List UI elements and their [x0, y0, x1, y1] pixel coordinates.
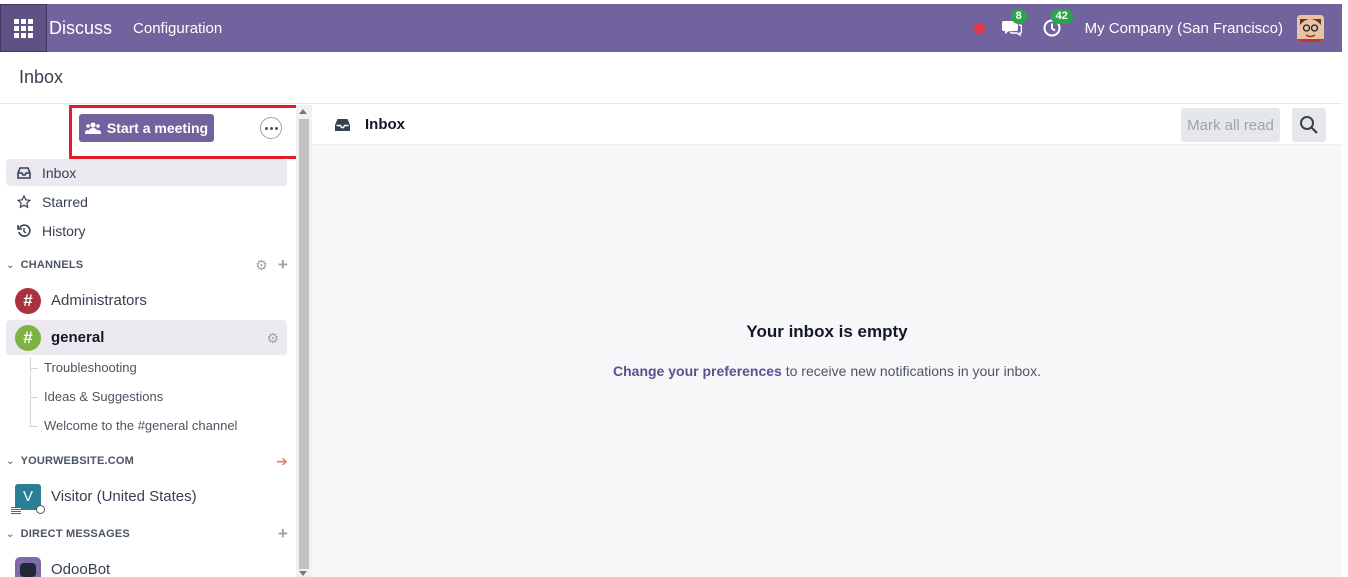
- sidebar-item-label: History: [42, 222, 86, 239]
- change-preferences-link[interactable]: Change your preferences: [613, 363, 782, 379]
- thread-title: Inbox: [365, 116, 405, 133]
- offline-status-icon: [36, 504, 45, 514]
- top-navbar: Discuss Configuration 8 42 My Company (S…: [0, 4, 1342, 52]
- thread-welcome-general[interactable]: Welcome to the #general channel: [44, 418, 237, 433]
- channel-name: Administrators: [51, 292, 147, 309]
- thread-tree-tick: [30, 397, 38, 398]
- mark-all-read-button[interactable]: Mark all read: [1181, 108, 1280, 142]
- messaging-menu[interactable]: 8: [1001, 9, 1027, 39]
- channel-name: general: [51, 329, 105, 346]
- gear-icon[interactable]: ⚙: [255, 257, 268, 274]
- window-edge: [1342, 0, 1348, 577]
- app-name[interactable]: Discuss: [49, 18, 112, 39]
- history-icon: [16, 223, 32, 239]
- control-panel: Inbox: [0, 52, 1342, 104]
- add-dm-icon[interactable]: +: [278, 524, 288, 544]
- scroll-down-arrow-icon[interactable]: [299, 571, 307, 576]
- livechat-visitor[interactable]: V Visitor (United States): [6, 479, 287, 514]
- thread-view: Inbox Mark all read Your inbox is empty …: [312, 105, 1342, 577]
- company-switcher[interactable]: My Company (San Francisco): [1085, 20, 1283, 37]
- scroll-up-arrow-icon[interactable]: [299, 109, 307, 114]
- empty-inbox-title: Your inbox is empty: [746, 322, 908, 341]
- channel-hash-icon: #: [15, 287, 41, 314]
- thread-header: Inbox Mark all read: [312, 105, 1342, 145]
- category-label: DIRECT MESSAGES: [20, 528, 130, 540]
- channels-category-header[interactable]: ⌄ CHANNELS ⚙ +: [6, 255, 288, 275]
- channel-hash-icon: #: [15, 324, 41, 351]
- add-channel-icon[interactable]: +: [278, 255, 288, 275]
- grid-icon: [14, 18, 33, 38]
- thread-troubleshooting[interactable]: Troubleshooting: [44, 360, 137, 375]
- odoobot-avatar: [15, 556, 44, 577]
- thread-tree-tick: [30, 368, 38, 369]
- sidebar-scrollbar[interactable]: [296, 105, 312, 577]
- category-label: CHANNELS: [20, 259, 84, 271]
- us-flag-icon: [11, 506, 21, 514]
- chevron-down-icon: ⌄: [6, 259, 15, 271]
- direct-messages-category-header[interactable]: ⌄ DIRECT MESSAGES +: [6, 524, 288, 544]
- scroll-thumb[interactable]: [299, 119, 309, 569]
- sidebar-item-label: Inbox: [42, 164, 77, 181]
- website-category-header[interactable]: ⌄ YOURWEBSITE.COM ➔: [6, 451, 288, 471]
- menu-configuration[interactable]: Configuration: [133, 20, 222, 37]
- page-title: Inbox: [19, 67, 64, 87]
- chevron-down-icon: ⌄: [6, 528, 15, 540]
- visitor-avatar: V: [11, 483, 45, 514]
- apps-menu-button[interactable]: [0, 4, 47, 52]
- empty-inbox-text: to receive new notifications in your inb…: [781, 363, 1041, 379]
- start-meeting-label: Start a meeting: [106, 120, 209, 136]
- users-icon: [84, 122, 101, 134]
- star-icon: [16, 194, 32, 210]
- category-label: YOURWEBSITE.COM: [20, 455, 135, 467]
- thread-ideas-suggestions[interactable]: Ideas & Suggestions: [44, 389, 163, 404]
- search-icon: [1300, 116, 1318, 134]
- visitor-name: Visitor (United States): [51, 488, 197, 505]
- inbox-icon: [16, 165, 32, 181]
- thread-tree-tick: [30, 426, 38, 427]
- visitor-initial: V: [22, 488, 33, 505]
- user-avatar[interactable]: [1297, 14, 1324, 42]
- empty-inbox-message: Change your preferences to receive new n…: [312, 363, 1342, 379]
- channel-settings-gear-icon[interactable]: ⚙: [266, 330, 279, 347]
- search-button[interactable]: [1292, 108, 1326, 142]
- more-options-button[interactable]: [260, 117, 282, 139]
- activities-count-badge: 42: [1050, 9, 1073, 24]
- dm-name: OdooBot: [51, 561, 111, 577]
- dm-odoobot[interactable]: OdooBot: [6, 552, 287, 577]
- channel-administrators[interactable]: # Administrators: [6, 283, 287, 318]
- sidebar-item-label: Starred: [42, 193, 88, 210]
- sidebar-item-starred[interactable]: Starred: [6, 188, 287, 215]
- activity-menu[interactable]: 42: [1041, 9, 1073, 39]
- sidebar-item-inbox[interactable]: Inbox: [6, 159, 287, 186]
- start-meeting-button[interactable]: Start a meeting: [79, 114, 214, 142]
- inbox-icon: [334, 118, 351, 132]
- channel-general[interactable]: # general ⚙: [6, 320, 287, 355]
- discuss-sidebar: Start a meeting Inbox Starred History ⌄ …: [0, 105, 296, 577]
- recording-indicator-icon[interactable]: [973, 22, 985, 34]
- sidebar-item-history[interactable]: History: [6, 217, 287, 244]
- sign-out-icon[interactable]: ➔: [276, 453, 288, 470]
- messages-count-badge: 8: [1010, 9, 1027, 24]
- chevron-down-icon: ⌄: [6, 455, 15, 467]
